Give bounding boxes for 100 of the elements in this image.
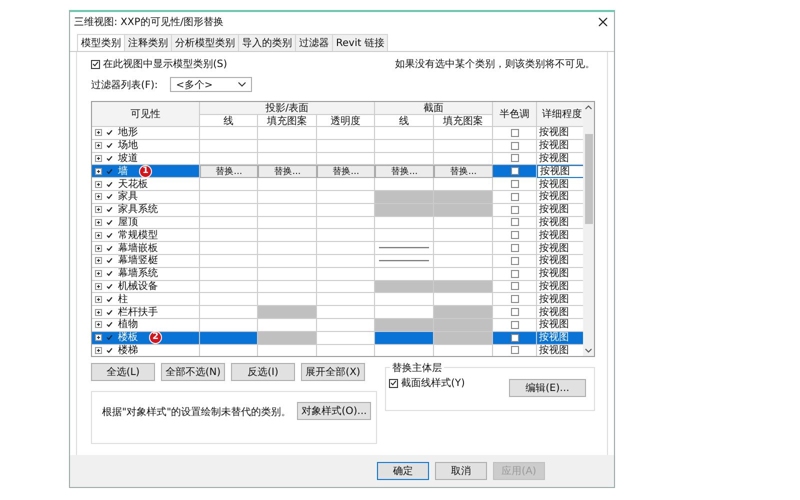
detail-level-cell[interactable]: 按视图 <box>537 127 584 140</box>
halftone-checkbox[interactable] <box>510 282 518 290</box>
halftone-checkbox[interactable] <box>510 295 518 304</box>
halftone-checkbox[interactable] <box>510 180 518 188</box>
visibility-checkbox[interactable] <box>105 167 113 176</box>
visibility-checkbox[interactable] <box>105 142 113 150</box>
category-row[interactable]: 地形 <box>92 127 200 140</box>
override-button[interactable]: 替换... <box>317 165 375 178</box>
detail-level-cell[interactable]: 按视图 <box>537 165 584 178</box>
expand-icon[interactable] <box>95 270 102 278</box>
edit-button[interactable]: 编辑(E)... <box>509 379 586 397</box>
checkbox[interactable] <box>91 60 100 68</box>
halftone-checkbox[interactable] <box>510 270 518 278</box>
category-row[interactable]: 幕墙竖梃 <box>92 254 200 268</box>
visibility-checkbox[interactable] <box>105 295 113 304</box>
halftone-checkbox[interactable] <box>510 256 518 265</box>
expand-icon[interactable] <box>95 334 102 342</box>
category-row[interactable]: 机械设备 <box>92 280 200 294</box>
detail-level-cell[interactable]: 按视图 <box>537 293 584 306</box>
expand-icon[interactable] <box>95 142 102 150</box>
override-button[interactable]: 替换... <box>200 165 258 178</box>
tab[interactable]: 过滤器 <box>295 34 333 51</box>
halftone-checkbox[interactable] <box>510 346 518 354</box>
expand-icon[interactable] <box>95 282 102 290</box>
halftone-checkbox[interactable] <box>510 218 518 226</box>
category-row[interactable]: 坡道 <box>92 152 200 166</box>
table-action-button[interactable]: 展开全部(X) <box>301 363 365 381</box>
halftone-checkbox[interactable] <box>510 192 518 201</box>
object-styles-button[interactable]: 对象样式(O)... <box>297 402 372 420</box>
scroll-up-icon[interactable] <box>585 105 592 110</box>
category-row[interactable]: 楼板 2 <box>92 332 200 345</box>
override-button[interactable]: 替换... <box>375 165 434 178</box>
halftone-checkbox[interactable] <box>510 167 518 176</box>
tab[interactable]: 模型类别 <box>77 34 125 51</box>
tab[interactable]: Revit 链接 <box>332 34 388 51</box>
halftone-checkbox[interactable] <box>510 231 518 240</box>
expand-icon[interactable] <box>95 180 102 188</box>
visibility-checkbox[interactable] <box>105 334 113 342</box>
detail-level-cell[interactable]: 按视图 <box>537 306 584 319</box>
detail-level-cell[interactable]: 按视图 <box>537 318 584 332</box>
dialog-button[interactable]: 取消 <box>435 462 487 480</box>
table-action-button[interactable]: 全部不选(N) <box>161 363 225 381</box>
expand-icon[interactable] <box>95 168 102 175</box>
override-button[interactable]: 替换... <box>434 165 493 178</box>
tab[interactable]: 分析模型类别 <box>171 34 239 51</box>
expand-icon[interactable] <box>95 206 102 214</box>
halftone-checkbox[interactable] <box>510 320 518 329</box>
visibility-checkbox[interactable] <box>105 256 113 265</box>
close-icon[interactable] <box>598 17 608 27</box>
expand-icon[interactable] <box>95 296 102 303</box>
visibility-checkbox[interactable] <box>105 231 113 240</box>
detail-level-cell[interactable]: 按视图 <box>537 204 584 217</box>
category-row[interactable]: 墙 1 <box>92 165 200 178</box>
category-row[interactable]: 家具 <box>92 190 200 204</box>
expand-icon[interactable] <box>95 308 102 316</box>
visibility-checkbox[interactable] <box>105 244 113 252</box>
checkbox[interactable] <box>389 378 398 388</box>
expand-icon[interactable] <box>95 346 102 354</box>
detail-level-cell[interactable]: 按视图 <box>537 140 584 153</box>
visibility-checkbox[interactable] <box>105 320 113 329</box>
scroll-down-icon[interactable] <box>585 348 592 353</box>
category-row[interactable]: 楼梯 <box>92 344 200 356</box>
scrollbar[interactable] <box>583 102 594 356</box>
category-row[interactable]: 家具系统 <box>92 204 200 217</box>
halftone-checkbox[interactable] <box>510 154 518 162</box>
expand-icon[interactable] <box>95 257 102 264</box>
halftone-checkbox[interactable] <box>510 206 518 214</box>
expand-icon[interactable] <box>95 218 102 226</box>
tab[interactable]: 注释类别 <box>124 34 172 51</box>
category-row[interactable]: 天花板 <box>92 178 200 191</box>
expand-icon[interactable] <box>95 321 102 328</box>
visibility-checkbox[interactable] <box>105 206 113 214</box>
visibility-checkbox[interactable] <box>105 218 113 226</box>
detail-level-cell[interactable]: 按视图 <box>537 242 584 255</box>
visibility-checkbox[interactable] <box>105 192 113 201</box>
category-row[interactable]: 栏杆扶手 <box>92 306 200 319</box>
detail-level-cell[interactable]: 按视图 <box>537 344 584 356</box>
category-row[interactable]: 常规模型 <box>92 229 200 242</box>
expand-icon[interactable] <box>95 129 102 136</box>
expand-icon[interactable] <box>95 154 102 162</box>
halftone-checkbox[interactable] <box>510 308 518 316</box>
detail-level-cell[interactable]: 按视图 <box>537 190 584 204</box>
detail-level-cell[interactable]: 按视图 <box>537 178 584 191</box>
override-button[interactable]: 替换... <box>258 165 317 178</box>
detail-level-cell[interactable]: 按视图 <box>537 216 584 230</box>
halftone-checkbox[interactable] <box>510 142 518 150</box>
ok-button[interactable]: 确定 <box>377 462 429 480</box>
halftone-checkbox[interactable] <box>510 128 518 137</box>
expand-icon[interactable] <box>95 232 102 239</box>
expand-icon[interactable] <box>95 244 102 252</box>
detail-level-cell[interactable]: 按视图 <box>537 280 584 294</box>
detail-level-cell[interactable]: 按视图 <box>537 152 584 166</box>
category-row[interactable]: 屋顶 <box>92 216 200 230</box>
visibility-checkbox[interactable] <box>105 308 113 316</box>
visibility-checkbox[interactable] <box>105 346 113 354</box>
detail-level-cell[interactable]: 按视图 <box>537 229 584 242</box>
detail-level-cell[interactable]: 按视图 <box>537 268 584 281</box>
visibility-checkbox[interactable] <box>105 128 113 137</box>
expand-icon[interactable] <box>95 193 102 200</box>
table-action-button[interactable]: 全选(L) <box>91 363 155 381</box>
